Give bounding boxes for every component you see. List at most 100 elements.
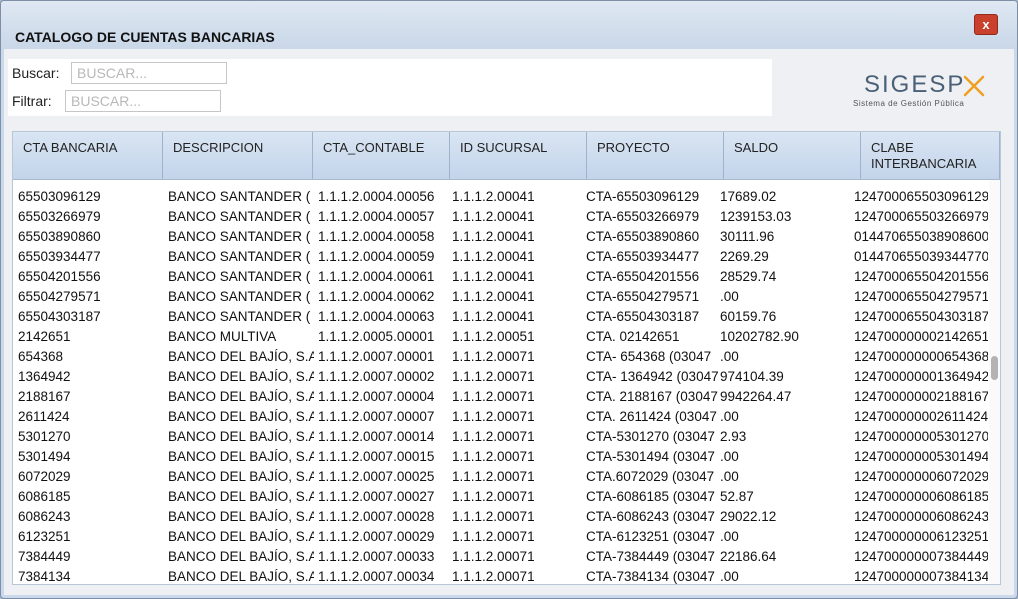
table-row[interactable]: 7384449 BANCO DEL BAJÍO, S.A. 1.1.1.2.0007… (13, 547, 988, 567)
scrollbar-thumb[interactable] (991, 356, 998, 380)
cell-clabe-interbancaria: 124700065504279571 (854, 289, 988, 304)
table-row[interactable]: 65503096129 BANCO SANTANDER ( M 1.1.1.2.00… (13, 187, 988, 207)
cell-descripcion: BANCO SANTANDER ( M (168, 309, 314, 324)
cell-descripcion: BANCO DEL BAJÍO, S.A. (168, 389, 314, 404)
table-row[interactable]: 65504279571 BANCO SANTANDER ( M 1.1.1.2.00… (13, 287, 988, 307)
logo-subtitle: Sistema de Gestión Pública (853, 99, 965, 108)
cell-descripcion: BANCO DEL BAJÍO, S.A. (168, 469, 314, 484)
cell-proyecto: CTA-65504201556 (586, 269, 700, 284)
table-row[interactable]: 6072029 BANCO DEL BAJÍO, S.A. 1.1.1.2.0007… (13, 467, 988, 487)
cell-id-sucursal: 1.1.1.2.00041 (452, 189, 535, 204)
cell-cta-contable: 1.1.1.2.0007.00034 (318, 569, 435, 584)
table-row[interactable]: 6086243 BANCO DEL BAJÍO, S.A. 1.1.1.2.0007… (13, 507, 988, 527)
table-row[interactable]: 65504303187 BANCO SANTANDER ( M 1.1.1.2.00… (13, 307, 988, 327)
cell-proyecto: CTA. 2611424 (03047 (586, 409, 717, 424)
filtrar-input[interactable] (65, 90, 221, 112)
cell-descripcion: BANCO SANTANDER ( M (168, 229, 314, 244)
table-row[interactable]: 2188167 BANCO DEL BAJÍO, S.A. 1.1.1.2.0007… (13, 387, 988, 407)
column-header-proyecto[interactable]: PROYECTO (587, 132, 724, 179)
cell-clabe-interbancaria: 124700000006123251 (854, 529, 988, 544)
cell-clabe-interbancaria: 014470655039344770 (854, 249, 988, 264)
cell-saldo: 60159.76 (720, 309, 777, 324)
cell-cta-contable: 1.1.1.2.0007.00033 (318, 549, 435, 564)
cell-clabe-interbancaria: 124700000006072029 (854, 469, 988, 484)
table-row[interactable]: 7384134 BANCO DEL BAJÍO, S.A. 1.1.1.2.0007… (13, 567, 988, 584)
table-row[interactable]: 1364942 BANCO DEL BAJÍO, S.A. 1.1.1.2.0007… (13, 367, 988, 387)
column-header-cta-contable[interactable]: CTA_CONTABLE (313, 132, 450, 179)
cell-saldo: .00 (720, 469, 739, 484)
cell-saldo: .00 (720, 449, 739, 464)
dialog-titlebar[interactable]: CATALOGO DE CUENTAS BANCARIAS x (1, 1, 1017, 49)
cell-saldo: .00 (720, 349, 739, 364)
cell-saldo: 2.93 (720, 429, 747, 444)
cell-cta-bancaria: 7384134 (18, 569, 71, 584)
cell-cta-bancaria: 6123251 (18, 529, 71, 544)
column-header-descripcion[interactable]: DESCRIPCION (163, 132, 313, 179)
cell-cta-bancaria: 65503096129 (18, 189, 101, 204)
bank-accounts-dialog: CATALOGO DE CUENTAS BANCARIAS x Buscar: … (0, 0, 1018, 599)
cell-cta-contable: 1.1.1.2.0004.00063 (318, 309, 435, 324)
column-header-cta-bancaria[interactable]: CTA BANCARIA (13, 132, 163, 179)
cell-descripcion: BANCO DEL BAJÍO, S.A. (168, 549, 314, 564)
cell-saldo (720, 180, 850, 187)
table-row[interactable]: 65503934477 BANCO SANTANDER ( M 1.1.1.2.00… (13, 247, 988, 267)
table-body[interactable]: 65503096129 BANCO SANTANDER ( M 1.1.1.2.00… (13, 180, 988, 584)
cell-cta-contable: 1.1.1.2.0007.00001 (318, 349, 435, 364)
cell-id-sucursal: 1.1.1.2.00071 (452, 389, 535, 404)
cell-id-sucursal: 1.1.1.2.00071 (452, 529, 535, 544)
table-row[interactable]: 654368 BANCO DEL BAJÍO, S.A. 1.1.1.2.0007.… (13, 347, 988, 367)
buscar-input[interactable] (71, 62, 227, 84)
column-header-saldo[interactable]: SALDO (724, 132, 861, 179)
cell-proyecto: CTA-65503266979 (586, 209, 700, 224)
cell-descripcion: BANCO DEL BAJÍO, S.A. (168, 429, 314, 444)
cell-saldo: 28529.74 (720, 269, 777, 284)
table-row[interactable]: 65503890860 BANCO SANTANDER ( M 1.1.1.2.00… (13, 227, 988, 247)
cell-saldo: .00 (720, 569, 739, 584)
table-row[interactable]: 65504201556 BANCO SANTANDER ( M 1.1.1.2.00… (13, 267, 988, 287)
cell-cta-contable: 1.1.1.2.0007.00027 (318, 489, 435, 504)
cell-proyecto: CTA-65504303187 (586, 309, 700, 324)
table-row[interactable]: 5301494 BANCO DEL BAJÍO, S.A. 1.1.1.2.0007… (13, 447, 988, 467)
cell-descripcion: BANCO DEL BAJÍO, S.A. (168, 529, 314, 544)
cell-proyecto: CTA. 2188167 (03047 (586, 389, 718, 404)
cell-descripcion: BANCO DEL BAJÍO, S.A. (168, 509, 314, 524)
cell-cta-contable: 1.1.1.2.0005.00001 (318, 329, 435, 344)
cell-clabe-interbancaria: 124700000007384449 (854, 549, 988, 564)
cell-clabe-interbancaria: 124700000001364942 (854, 369, 988, 384)
cell-cta-bancaria: 65503934477 (18, 249, 101, 264)
cell-cta-contable (318, 180, 450, 187)
cell-clabe-interbancaria: 124700000007384134 (854, 569, 988, 584)
table-row[interactable] (13, 180, 988, 187)
cell-cta-bancaria: 6086185 (18, 489, 71, 504)
cell-proyecto: CTA. 02142651 (586, 329, 680, 344)
table-row[interactable]: 5301270 BANCO DEL BAJÍO, S.A. 1.1.1.2.0007… (13, 427, 988, 447)
cell-clabe-interbancaria: 124700065504303187 (854, 309, 988, 324)
table-row[interactable]: 2142651 BANCO MULTIVA 1.1.1.2.0005.00001 1.… (13, 327, 988, 347)
column-header-clabe-interbancaria[interactable]: CLABE INTERBANCARIA (861, 132, 1000, 179)
column-header-id-sucursal[interactable]: ID SUCURSAL (450, 132, 587, 179)
cell-proyecto: CTA-5301494 (03047 (586, 449, 715, 464)
cell-id-sucursal: 1.1.1.2.00071 (452, 349, 535, 364)
cell-clabe-interbancaria: 124700065504201556 (854, 269, 988, 284)
table-row[interactable]: 65503266979 BANCO SANTANDER ( M 1.1.1.2.00… (13, 207, 988, 227)
cell-clabe-interbancaria: 124700000006086185 (854, 489, 988, 504)
cell-id-sucursal: 1.1.1.2.00051 (452, 329, 535, 344)
cell-id-sucursal: 1.1.1.2.00041 (452, 229, 535, 244)
buscar-label: Buscar: (12, 65, 60, 81)
cell-saldo: .00 (720, 529, 739, 544)
cell-cta-contable: 1.1.1.2.0007.00028 (318, 509, 435, 524)
table-row[interactable]: 2611424 BANCO DEL BAJÍO, S.A. 1.1.1.2.0007… (13, 407, 988, 427)
table-row[interactable]: 6086185 BANCO DEL BAJÍO, S.A. 1.1.1.2.0007… (13, 487, 988, 507)
vertical-scrollbar[interactable] (989, 180, 1000, 584)
cell-saldo: 9942264.47 (720, 389, 792, 404)
close-button[interactable]: x (974, 14, 998, 35)
dialog-content: Buscar: Filtrar: SIGESP Sistema de Gesti… (4, 49, 1014, 595)
accounts-table: CTA BANCARIA DESCRIPCION CTA_CONTABLE ID SU… (12, 131, 1001, 585)
cell-cta-bancaria: 654368 (18, 349, 64, 364)
cell-descripcion (168, 180, 314, 187)
cell-proyecto: CTA-5301270 (03047 (586, 429, 715, 444)
cell-cta-bancaria: 65503266979 (18, 209, 101, 224)
table-row[interactable]: 6123251 BANCO DEL BAJÍO, S.A. 1.1.1.2.0007… (13, 527, 988, 547)
cell-cta-bancaria: 5301270 (18, 429, 71, 444)
cell-cta-contable: 1.1.1.2.0004.00061 (318, 269, 435, 284)
